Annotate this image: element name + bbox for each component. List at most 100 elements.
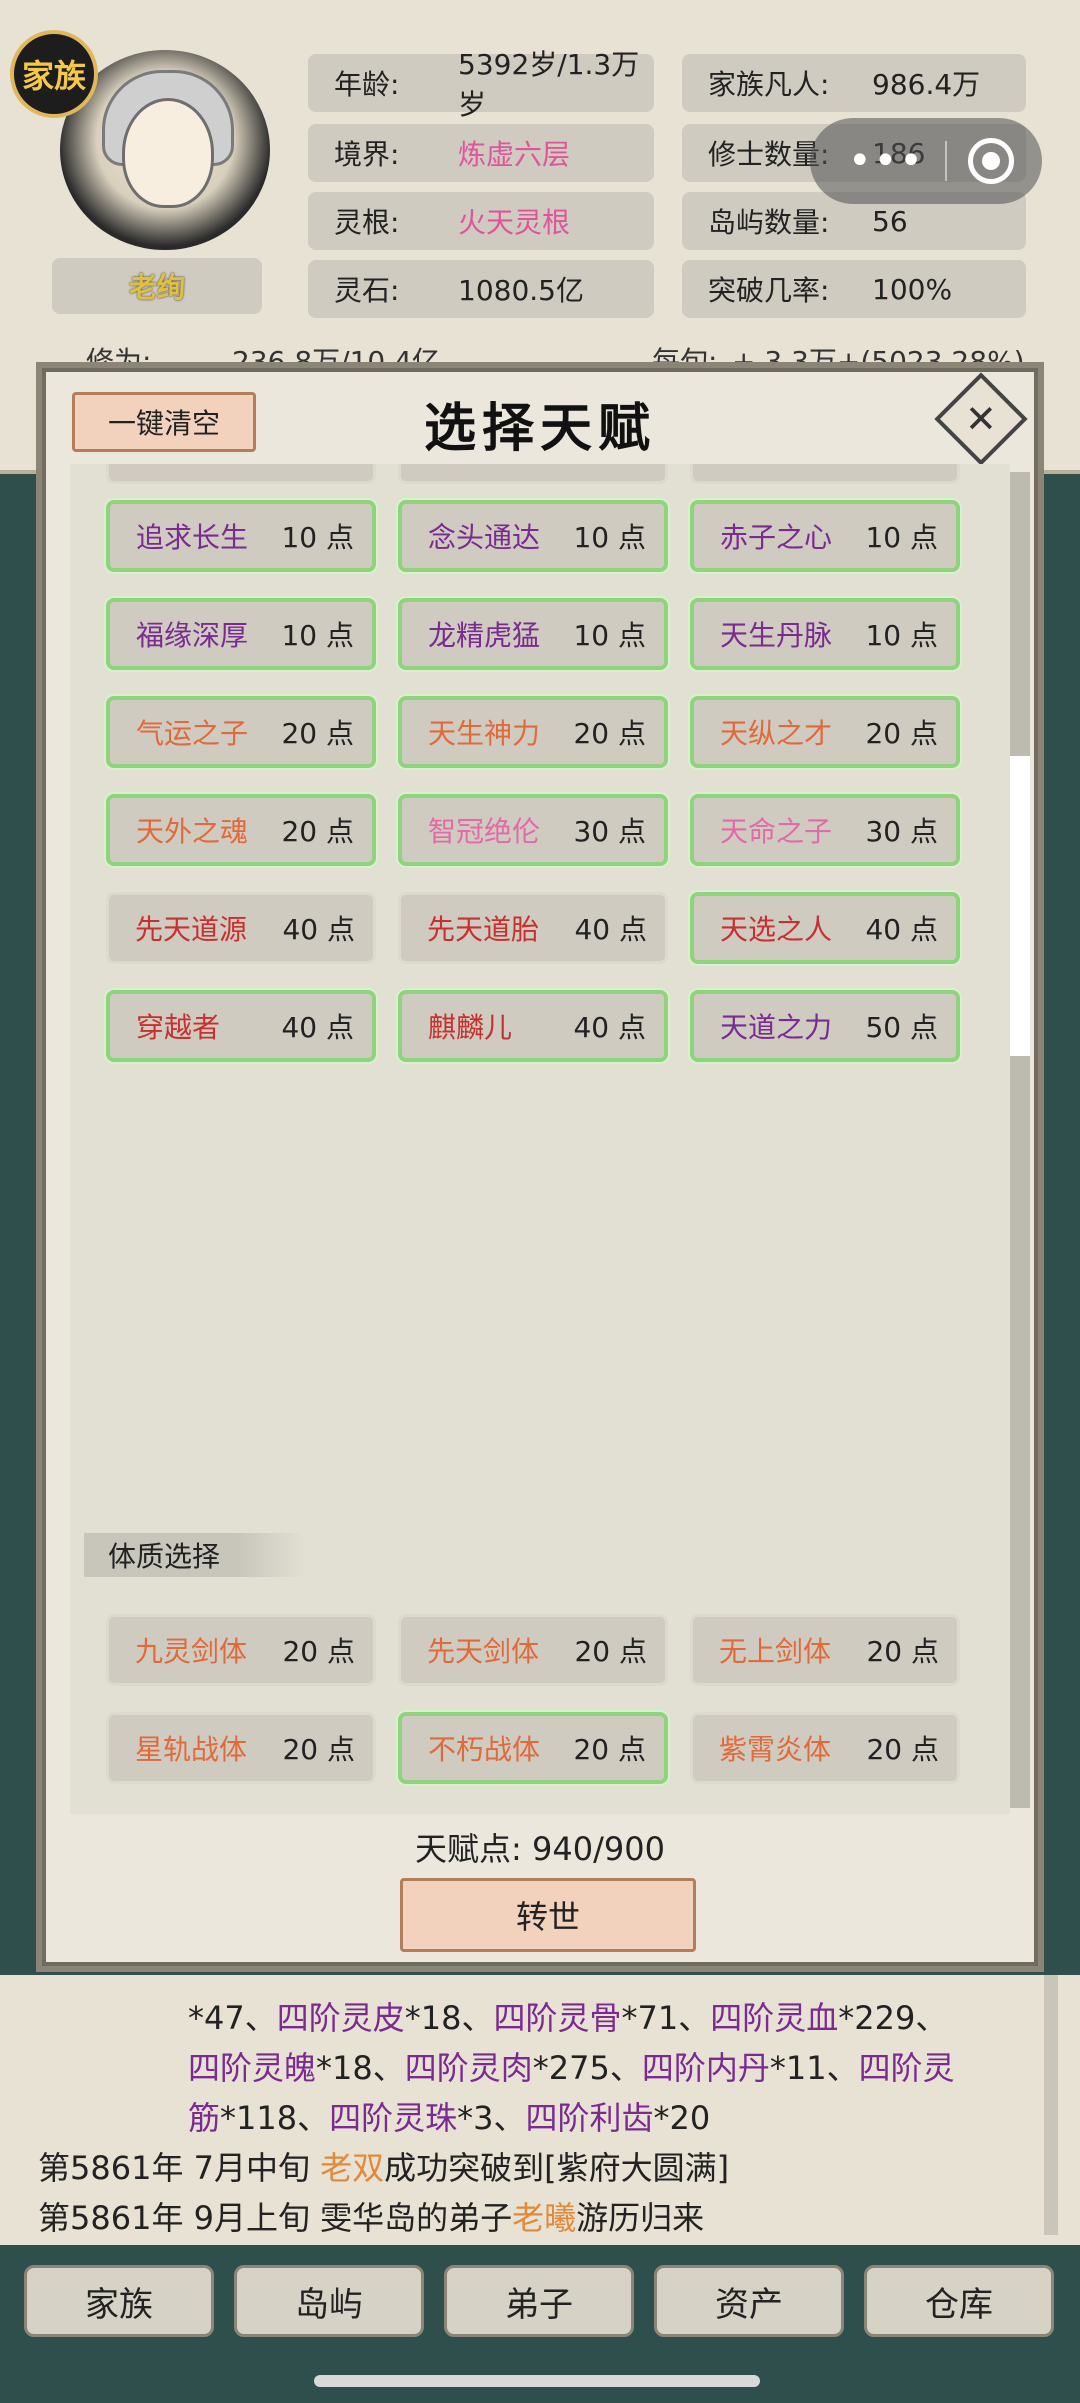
log-scrollbar[interactable] xyxy=(1044,1975,1058,2235)
family-badge[interactable]: 家族 xyxy=(10,30,98,118)
log-person[interactable]: 老曦 xyxy=(512,2199,576,2237)
mini-program-capsule: ••• xyxy=(810,118,1042,204)
talent-card[interactable]: 天道之力 50 点 xyxy=(690,990,960,1062)
nav-islands[interactable]: 岛屿 xyxy=(234,2265,424,2337)
log-text: *3、 xyxy=(457,2099,526,2137)
talent-card[interactable]: 天生神力 20 点 xyxy=(398,696,668,768)
talent-name: 麒麟儿 xyxy=(428,1011,513,1044)
talent-card[interactable]: 先天剑体 20 点 xyxy=(398,1614,668,1686)
log-item: 四阶灵骨 xyxy=(493,1999,622,2037)
talent-modal: 选择天赋 一键清空 ✕ 追求长生 10 点念头通达 10 点赤子之心 10 点福缘深厚… xyxy=(36,362,1044,1972)
log-item: 四阶灵 xyxy=(858,2049,955,2087)
talent-card[interactable]: 追求长生 10 点 xyxy=(106,500,376,572)
talent-points: 10 点 xyxy=(573,619,646,652)
talent-points: 10 点 xyxy=(281,619,354,652)
talent-card[interactable]: 不朽战体 20 点 xyxy=(398,1712,668,1784)
talent-name: 气运之子 xyxy=(136,717,249,750)
talent-points: 20 点 xyxy=(281,815,354,848)
stat-realm: 境界: 炼虚六层 xyxy=(308,124,654,182)
talent-card[interactable]: 无上剑体 20 点 xyxy=(690,1614,960,1686)
talent-card[interactable]: 念头通达 10 点 xyxy=(398,500,668,572)
stat-mortals: 家族凡人: 986.4万 xyxy=(682,54,1026,112)
talent-card-partial[interactable] xyxy=(690,464,960,484)
talent-name: 紫霄炎体 xyxy=(719,1733,832,1766)
nav-disciples[interactable]: 弟子 xyxy=(444,2265,634,2337)
talent-card[interactable]: 天命之子 30 点 xyxy=(690,794,960,866)
talent-name: 智冠绝伦 xyxy=(428,815,541,848)
talent-card[interactable]: 福缘深厚 10 点 xyxy=(106,598,376,670)
stat-islands-label: 岛屿数量: xyxy=(708,206,830,239)
log-text: *71、 xyxy=(621,1999,711,2037)
stat-mortals-label: 家族凡人: xyxy=(708,68,830,101)
talent-points: 40 点 xyxy=(574,913,647,946)
log-line: 第5861年 7月中旬 老双成功突破到[紫府大圆满] xyxy=(38,2143,729,2189)
scrollbar-thumb[interactable] xyxy=(1010,756,1030,1056)
log-text: *47、 xyxy=(188,1999,277,2037)
talent-points: 40 点 xyxy=(573,1011,646,1044)
talent-card-partial[interactable] xyxy=(398,464,668,484)
talent-card-partial[interactable] xyxy=(106,464,376,484)
talent-points: 天赋点: 940/900 xyxy=(42,1824,1038,1870)
avatar-face xyxy=(122,98,214,208)
stat-age-value: 5392岁/1.3万岁 xyxy=(458,48,640,121)
talent-card[interactable]: 先天道源 40 点 xyxy=(106,892,376,964)
log-person[interactable]: 老双 xyxy=(320,2149,384,2187)
stat-realm-label: 境界: xyxy=(334,138,400,171)
home-indicator[interactable] xyxy=(314,2375,760,2387)
talent-name: 赤子之心 xyxy=(720,521,833,554)
talent-card[interactable]: 紫霄炎体 20 点 xyxy=(690,1712,960,1784)
talent-card[interactable]: 麒麟儿 40 点 xyxy=(398,990,668,1062)
talent-card[interactable]: 天外之魂 20 点 xyxy=(106,794,376,866)
event-log[interactable]: *47、四阶灵皮*18、四阶灵骨*71、四阶灵血*229、 四阶灵魄*18、四阶… xyxy=(0,1975,1080,2245)
log-text: *20 xyxy=(653,2099,711,2137)
stat-breakthrough-value: 100% xyxy=(872,272,953,306)
talent-points: 20 点 xyxy=(281,717,354,750)
log-text: 第5861年 7月中旬 xyxy=(38,2149,321,2187)
talent-points: 20 点 xyxy=(282,1635,355,1668)
talent-card[interactable]: 天生丹脉 10 点 xyxy=(690,598,960,670)
talent-card[interactable]: 赤子之心 10 点 xyxy=(690,500,960,572)
log-text: *18、 xyxy=(316,2049,405,2087)
talent-name: 念头通达 xyxy=(428,521,541,554)
talent-name: 龙精虎猛 xyxy=(428,619,541,652)
nav-warehouse[interactable]: 仓库 xyxy=(864,2265,1054,2337)
talent-card[interactable]: 天选之人 40 点 xyxy=(690,892,960,964)
log-text: 第5861年 9月上旬 雯华岛的弟子 xyxy=(38,2199,513,2237)
log-line: *47、四阶灵皮*18、四阶灵骨*71、四阶灵血*229、 xyxy=(188,1993,947,2039)
talent-card[interactable]: 龙精虎猛 10 点 xyxy=(398,598,668,670)
talent-points: 20 点 xyxy=(866,1635,939,1668)
nav-assets[interactable]: 资产 xyxy=(654,2265,844,2337)
talent-name: 先天剑体 xyxy=(427,1635,540,1668)
target-icon[interactable] xyxy=(968,138,1014,184)
talent-card[interactable]: 天纵之才 20 点 xyxy=(690,696,960,768)
talent-name: 天命之子 xyxy=(720,815,833,848)
talent-points: 40 点 xyxy=(865,913,938,946)
talent-card[interactable]: 智冠绝伦 30 点 xyxy=(398,794,668,866)
stat-age: 年龄: 5392岁/1.3万岁 xyxy=(308,48,654,121)
nav-family[interactable]: 家族 xyxy=(24,2265,214,2337)
talent-card[interactable]: 九灵剑体 20 点 xyxy=(106,1614,376,1686)
reincarnate-button[interactable]: 转世 xyxy=(400,1878,696,1952)
log-text: *118、 xyxy=(220,2099,330,2137)
talent-card[interactable]: 星轨战体 20 点 xyxy=(106,1712,376,1784)
talent-card[interactable]: 穿越者 40 点 xyxy=(106,990,376,1062)
scrollbar-track[interactable] xyxy=(1010,472,1030,1808)
log-line: 四阶灵魄*18、四阶灵肉*275、四阶内丹*11、四阶灵 xyxy=(188,2043,955,2089)
clear-all-button[interactable]: 一键清空 xyxy=(72,392,256,452)
log-item: 四阶灵肉 xyxy=(404,2049,533,2087)
talent-points: 10 点 xyxy=(281,521,354,554)
stat-mortals-value: 986.4万 xyxy=(872,68,981,101)
more-dots-icon[interactable]: ••• xyxy=(848,141,925,181)
log-item: 四阶内丹 xyxy=(641,2049,770,2087)
stat-stone-value: 1080.5亿 xyxy=(458,274,584,307)
talent-points: 20 点 xyxy=(866,1733,939,1766)
talent-card[interactable]: 先天道胎 40 点 xyxy=(398,892,668,964)
talent-points-label: 天赋点: xyxy=(415,1830,522,1868)
log-item: 四阶灵魄 xyxy=(188,2049,317,2087)
close-icon: ✕ xyxy=(965,397,997,441)
talent-card[interactable]: 气运之子 20 点 xyxy=(106,696,376,768)
character-name: 老绚 xyxy=(52,258,262,314)
physique-section-label: 体质选择 xyxy=(84,1533,304,1577)
talent-points: 30 点 xyxy=(573,815,646,848)
talent-list[interactable]: 追求长生 10 点念头通达 10 点赤子之心 10 点福缘深厚 10 点龙精虎猛 10 点… xyxy=(70,464,1010,1814)
